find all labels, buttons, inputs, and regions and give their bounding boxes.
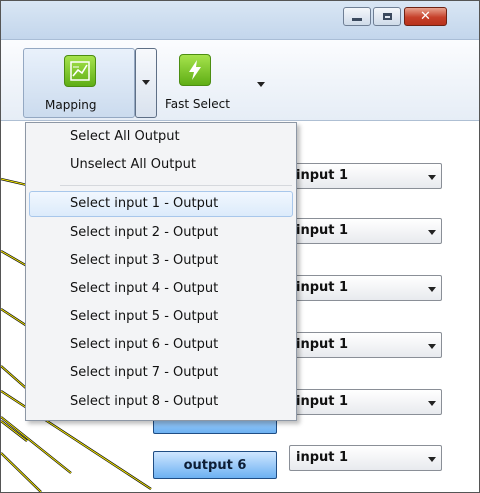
menu-item-select-input-3-output[interactable]: Select input 3 - Output: [70, 253, 218, 268]
output-button-label: output 6: [183, 457, 247, 473]
menu-item-unselect-all-output[interactable]: Unselect All Output: [70, 157, 196, 172]
lightning-icon: [179, 54, 211, 86]
chart-icon: [64, 55, 96, 87]
mapping-split-button: Mapping: [23, 48, 157, 118]
output-button[interactable]: output 6: [153, 451, 277, 479]
menu-separator: [60, 185, 292, 186]
maximize-icon: [374, 8, 400, 25]
fast-select-label: Fast Select: [165, 97, 230, 111]
menu-item-select-input-5-output[interactable]: Select input 5 - Output: [70, 309, 218, 324]
menu-item-select-input-4-output[interactable]: Select input 4 - Output: [70, 281, 218, 296]
chevron-down-icon: [142, 80, 150, 85]
menu-item-select-input-8-output[interactable]: Select input 8 - Output: [70, 394, 218, 409]
chevron-down-icon: [428, 287, 436, 292]
menu-item-select-input-6-output[interactable]: Select input 6 - Output: [70, 337, 218, 352]
mapping-button[interactable]: Mapping: [23, 48, 135, 118]
fast-select-dropdown-icon[interactable]: [257, 82, 265, 87]
chevron-down-icon: [428, 344, 436, 349]
maximize-button[interactable]: [373, 7, 401, 26]
close-icon: ✕: [420, 9, 431, 24]
input-select[interactable]: input 1: [289, 445, 442, 471]
input-select[interactable]: input 1: [289, 332, 442, 358]
title-bar: ✕: [1, 1, 479, 40]
menu-item-select-input-7-output[interactable]: Select input 7 - Output: [70, 365, 218, 380]
fast-select-button[interactable]: Fast Select: [165, 48, 243, 118]
minimize-icon: [344, 8, 370, 25]
chevron-down-icon: [428, 457, 436, 462]
input-select[interactable]: input 1: [289, 389, 442, 415]
minimize-button[interactable]: [343, 7, 371, 26]
input-select[interactable]: input 1: [289, 163, 442, 189]
chevron-down-icon: [428, 230, 436, 235]
menu-item-select-input-1-output[interactable]: Select input 1 - Output: [70, 196, 218, 211]
input-select[interactable]: input 1: [289, 218, 442, 244]
mapping-label: Mapping: [45, 98, 97, 112]
chevron-down-icon: [428, 401, 436, 406]
ribbon: Mapping Fast Select: [1, 40, 479, 121]
application-window: ✕ Mapping Fast Select input 1 input 1 in…: [0, 0, 480, 493]
mapping-dropdown-arrow[interactable]: [135, 48, 157, 118]
chevron-down-icon: [428, 175, 436, 180]
mapping-dropdown-menu: Select All Output Unselect All Output Se…: [25, 122, 297, 421]
input-select[interactable]: input 1: [289, 275, 442, 301]
close-button[interactable]: ✕: [404, 7, 447, 26]
menu-item-select-input-2-output[interactable]: Select input 2 - Output: [70, 225, 218, 240]
menu-item-select-all-output[interactable]: Select All Output: [70, 129, 180, 144]
